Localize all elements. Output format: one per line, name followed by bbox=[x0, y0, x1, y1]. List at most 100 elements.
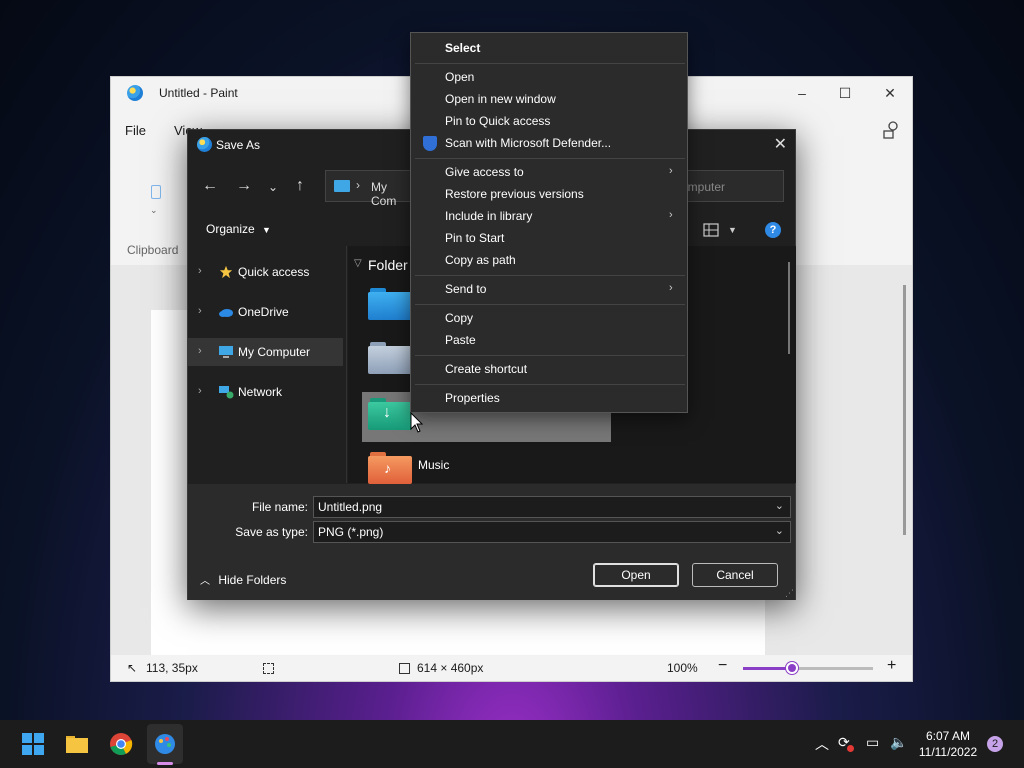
cursor-position: 113, 35px bbox=[146, 661, 198, 675]
menu-separator bbox=[415, 158, 685, 159]
pane-splitter[interactable] bbox=[346, 246, 347, 483]
caret-down-icon[interactable]: ▼ bbox=[728, 225, 737, 235]
canvas-size-icon bbox=[399, 663, 410, 674]
zoom-in-icon[interactable]: + bbox=[887, 657, 896, 675]
menu-item-paste[interactable]: Paste bbox=[445, 333, 476, 347]
menu-item-open[interactable]: Open bbox=[445, 70, 474, 84]
chevron-right-icon[interactable]: › bbox=[198, 345, 202, 357]
nav-item-my-computer[interactable]: › My Computer bbox=[188, 338, 343, 366]
clipboard-icon[interactable] bbox=[151, 185, 161, 199]
chevron-down-icon[interactable]: ⌄ bbox=[775, 524, 784, 537]
computer-icon bbox=[334, 180, 350, 192]
menu-item-open-new-window[interactable]: Open in new window bbox=[445, 92, 556, 106]
up-icon[interactable]: ↑ bbox=[296, 177, 304, 195]
music-folder-label[interactable]: Music bbox=[418, 458, 449, 472]
nav-label: Quick access bbox=[238, 265, 310, 279]
menu-item-copy[interactable]: Copy bbox=[445, 311, 473, 325]
file-list-scrollbar[interactable] bbox=[788, 262, 790, 354]
music-note-icon: ♪ bbox=[384, 460, 391, 476]
nav-item-quick-access[interactable]: › Quick access bbox=[188, 258, 343, 286]
zoom-slider-thumb[interactable] bbox=[786, 662, 799, 674]
notification-badge[interactable]: 2 bbox=[987, 736, 1003, 752]
open-button[interactable]: Open bbox=[593, 563, 679, 587]
show-hidden-icons-icon[interactable]: ︿ bbox=[815, 734, 829, 754]
chevron-down-icon[interactable]: ⌄ bbox=[775, 499, 784, 512]
nav-label: Network bbox=[238, 385, 283, 399]
view-options-icon[interactable] bbox=[703, 222, 719, 238]
menu-item-copy-path[interactable]: Copy as path bbox=[445, 253, 516, 267]
menu-separator bbox=[415, 275, 685, 276]
desktop-folder-icon[interactable] bbox=[368, 288, 412, 320]
clock[interactable]: 6:07 AM 11/11/2022 bbox=[918, 728, 978, 760]
chevron-down-icon[interactable]: ▽ bbox=[354, 258, 362, 269]
menu-file[interactable]: File bbox=[125, 123, 146, 138]
volume-icon[interactable]: 🔈 bbox=[890, 734, 907, 751]
menu-separator bbox=[415, 384, 685, 385]
chevron-right-icon: › bbox=[669, 209, 673, 221]
folder-body bbox=[368, 292, 412, 320]
save-as-type-value: PNG (*.png) bbox=[318, 525, 384, 539]
taskbar: ︿ ⟳ ▭ 🔈 6:07 AM 11/11/2022 2 bbox=[0, 720, 1024, 768]
menu-separator bbox=[415, 63, 685, 64]
defender-shield-icon bbox=[423, 136, 437, 151]
dialog-close-icon[interactable]: ✕ bbox=[774, 134, 787, 154]
chevron-right-icon[interactable]: › bbox=[198, 265, 202, 277]
close-icon[interactable]: ✕ bbox=[879, 83, 901, 103]
menu-item-include-library[interactable]: Include in library bbox=[445, 209, 532, 223]
download-arrow-icon: ↓ bbox=[383, 404, 391, 421]
forward-icon[interactable]: → bbox=[236, 177, 252, 195]
menu-item-restore-versions[interactable]: Restore previous versions bbox=[445, 187, 584, 201]
menu-item-give-access[interactable]: Give access to bbox=[445, 165, 524, 179]
network-icon bbox=[219, 386, 234, 399]
menu-separator bbox=[415, 355, 685, 356]
menu-item-send-to[interactable]: Send to bbox=[445, 282, 486, 296]
dialog-footer: File name: Untitled.png ⌄ Save as type: … bbox=[188, 484, 795, 600]
nav-label: OneDrive bbox=[238, 305, 289, 319]
file-explorer-icon[interactable] bbox=[65, 732, 89, 756]
account-icon[interactable] bbox=[881, 119, 901, 139]
vertical-scrollbar[interactable] bbox=[903, 285, 906, 535]
chevron-right-icon: › bbox=[669, 165, 673, 177]
menu-item-pin-start[interactable]: Pin to Start bbox=[445, 231, 504, 245]
menu-item-select[interactable]: Select bbox=[445, 41, 480, 55]
paint-app-icon bbox=[197, 137, 212, 152]
save-as-type-label: Save as type: bbox=[235, 525, 308, 539]
organize-button[interactable]: Organize ▼ bbox=[206, 222, 271, 236]
minimize-icon[interactable]: – bbox=[791, 83, 813, 103]
menu-item-pin-quick-access[interactable]: Pin to Quick access bbox=[445, 114, 550, 128]
pointer-icon: ↖ bbox=[127, 661, 138, 675]
documents-folder-icon[interactable] bbox=[368, 342, 412, 374]
back-icon[interactable]: ← bbox=[202, 177, 218, 195]
resize-grip-icon[interactable]: ⋰ bbox=[785, 588, 794, 599]
zoom-slider[interactable] bbox=[743, 662, 873, 674]
caret-down-icon: ▼ bbox=[262, 225, 271, 235]
file-name-input[interactable]: Untitled.png ⌄ bbox=[313, 496, 791, 518]
network-monitor-icon[interactable]: ▭ bbox=[866, 734, 879, 751]
help-icon[interactable]: ? bbox=[765, 222, 781, 238]
breadcrumb-separator-icon: › bbox=[356, 178, 360, 192]
chevron-right-icon[interactable]: › bbox=[198, 385, 202, 397]
downloads-folder-icon[interactable]: ↓ bbox=[368, 398, 412, 430]
nav-item-onedrive[interactable]: › OneDrive bbox=[188, 298, 343, 326]
chrome-icon[interactable] bbox=[109, 732, 133, 756]
cancel-button[interactable]: Cancel bbox=[692, 563, 778, 587]
maximize-icon[interactable]: ☐ bbox=[834, 83, 856, 103]
chevron-right-icon: › bbox=[669, 282, 673, 294]
paint-icon[interactable] bbox=[153, 732, 177, 756]
menu-item-scan-defender[interactable]: Scan with Microsoft Defender... bbox=[445, 136, 611, 150]
save-as-type-select[interactable]: PNG (*.png) ⌄ bbox=[313, 521, 791, 543]
paint-app-icon bbox=[127, 85, 143, 101]
menu-separator bbox=[415, 304, 685, 305]
recent-locations-icon[interactable]: ⌄ bbox=[268, 180, 278, 194]
hide-folders-button[interactable]: ︿ Hide Folders bbox=[200, 572, 286, 587]
zoom-level: 100% bbox=[667, 661, 698, 675]
nav-item-network[interactable]: › Network bbox=[188, 378, 343, 406]
chevron-right-icon[interactable]: › bbox=[198, 305, 202, 317]
menu-item-properties[interactable]: Properties bbox=[445, 391, 500, 405]
music-folder-icon[interactable]: ♪ bbox=[368, 452, 412, 484]
windows-start-icon[interactable] bbox=[21, 732, 45, 756]
menu-item-create-shortcut[interactable]: Create shortcut bbox=[445, 362, 527, 376]
address-bar[interactable]: › My Com bbox=[325, 170, 415, 208]
zoom-out-icon[interactable]: − bbox=[718, 657, 727, 675]
chevron-down-icon[interactable]: ⌄ bbox=[150, 205, 158, 216]
